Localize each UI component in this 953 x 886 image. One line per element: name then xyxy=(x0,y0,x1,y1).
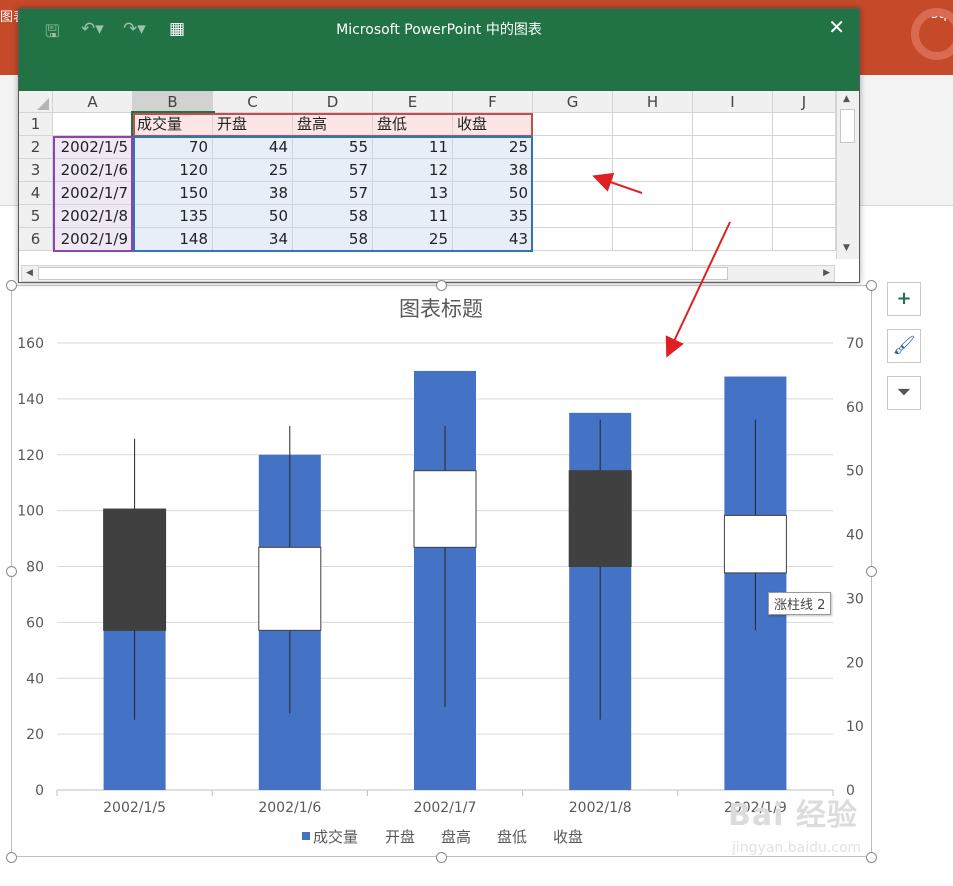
down-bar xyxy=(568,470,632,568)
y-tick-label-left: 20 xyxy=(26,727,44,743)
resize-handle[interactable] xyxy=(6,566,17,577)
chart-title: 图表标题 xyxy=(399,297,483,321)
x-tick-label: 2002/1/8 xyxy=(569,800,632,816)
stock-chart[interactable]: 图表标题020406080100120140160010203040506070… xyxy=(0,0,953,886)
brush-icon: 🖌 xyxy=(892,335,916,356)
legend-entry: 收盘 xyxy=(553,828,583,846)
resize-handle[interactable] xyxy=(436,852,447,863)
legend-entry: 成交量 xyxy=(313,828,358,846)
y-tick-label-left: 80 xyxy=(26,560,44,576)
y-tick-label-left: 100 xyxy=(17,504,44,520)
legend-entry: 盘低 xyxy=(497,828,527,846)
y-tick-label-right: 50 xyxy=(846,464,864,480)
plus-icon: + xyxy=(896,288,912,309)
legend-swatch xyxy=(302,832,310,840)
legend-entry: 开盘 xyxy=(385,828,415,846)
y-tick-label-left: 40 xyxy=(26,671,44,687)
series-tooltip: 涨柱线 2 xyxy=(768,592,832,615)
y-tick-label-left: 160 xyxy=(17,336,44,352)
resize-handle[interactable] xyxy=(436,280,447,291)
chart-styles-button[interactable]: 🖌 xyxy=(887,329,921,363)
y-tick-label-right: 20 xyxy=(846,655,864,671)
resize-handle[interactable] xyxy=(6,280,17,291)
y-tick-label-right: 60 xyxy=(846,400,864,416)
y-tick-label-left: 120 xyxy=(17,448,44,464)
chart-filters-button[interactable]: ⏷ xyxy=(887,376,921,410)
up-bar xyxy=(258,546,322,631)
chart-elements-button[interactable]: + xyxy=(887,282,921,316)
resize-handle[interactable] xyxy=(866,852,877,863)
y-tick-label-right: 10 xyxy=(846,719,864,735)
x-tick-label: 2002/1/5 xyxy=(103,800,166,816)
up-bar xyxy=(723,514,787,574)
down-bar xyxy=(103,508,167,631)
resize-handle[interactable] xyxy=(866,280,877,291)
legend-entry: 盘高 xyxy=(441,828,471,846)
watermark-url: jingyan.baidu.com xyxy=(732,840,862,856)
up-bar xyxy=(413,470,477,548)
resize-handle[interactable] xyxy=(866,566,877,577)
y-tick-label-left: 140 xyxy=(17,392,44,408)
watermark-logo: Bai 经验 xyxy=(728,798,858,833)
y-tick-label-right: 70 xyxy=(846,336,864,352)
resize-handle[interactable] xyxy=(6,852,17,863)
y-tick-label-right: 40 xyxy=(846,528,864,544)
y-tick-label-left: 0 xyxy=(35,783,44,799)
filter-icon: ⏷ xyxy=(896,382,912,403)
y-tick-label-right: 30 xyxy=(846,591,864,607)
y-tick-label-left: 60 xyxy=(26,615,44,631)
x-tick-label: 2002/1/7 xyxy=(414,800,477,816)
x-tick-label: 2002/1/6 xyxy=(258,800,321,816)
